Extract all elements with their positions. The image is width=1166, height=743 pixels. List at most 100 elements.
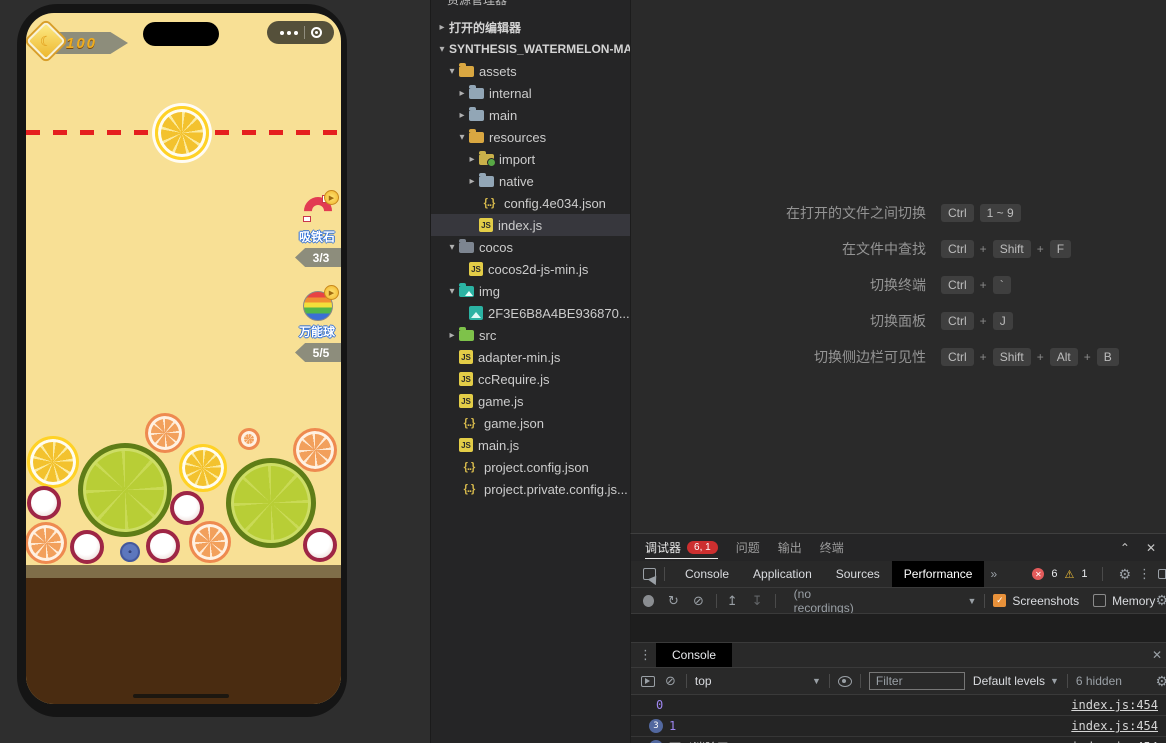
- panel-tab-debugger[interactable]: 调试器6, 1: [645, 534, 718, 561]
- section-open-editors[interactable]: ▸ 打开的编辑器: [431, 16, 630, 38]
- more-icon[interactable]: [280, 31, 298, 35]
- dock-side-icon[interactable]: [1158, 569, 1166, 579]
- keycap: J: [993, 312, 1013, 330]
- plus-sign: +: [1037, 242, 1044, 256]
- clear-console-icon[interactable]: ⊘: [665, 673, 676, 689]
- panel-close-icon[interactable]: ✕: [1146, 541, 1156, 555]
- explorer-panel: 资源管理器 ▸ 打开的编辑器 ▾ SYNTHESIS_WATERMELON-MA…: [430, 0, 630, 743]
- lemon-fruit: [155, 106, 209, 160]
- more-tabs-icon[interactable]: »: [990, 567, 997, 581]
- warning-count[interactable]: 1: [1081, 568, 1087, 580]
- devtools-tab-console[interactable]: Console: [673, 561, 741, 587]
- devtools-tab-performance[interactable]: Performance: [892, 561, 985, 587]
- tree-item-game-json[interactable]: {..}game.json: [431, 412, 630, 434]
- tree-item-import[interactable]: ▸import: [431, 148, 630, 170]
- tree-item-img[interactable]: ▾img: [431, 280, 630, 302]
- tree-item-cocos2d-js-min-js[interactable]: JScocos2d-js-min.js: [431, 258, 630, 280]
- panel-tab-终端[interactable]: 终端: [820, 534, 844, 561]
- panel-tab-label: 输出: [778, 539, 802, 556]
- plus-sign: +: [980, 314, 987, 328]
- tree-item-label: resources: [489, 130, 546, 145]
- source-link[interactable]: index.js:454: [1071, 698, 1158, 712]
- shortcut-label: 切换终端: [631, 267, 926, 303]
- tree-item-main[interactable]: ▸main: [431, 104, 630, 126]
- panel-tab-label: 调试器: [645, 539, 681, 556]
- panel-tab-问题[interactable]: 问题: [736, 534, 760, 561]
- panel-maximize-icon[interactable]: ⌃: [1120, 541, 1130, 555]
- capsule-button[interactable]: [267, 21, 334, 44]
- tree-item-adapter-min-js[interactable]: JSadapter-min.js: [431, 346, 630, 368]
- console-message-row[interactable]: 31index.js:454: [631, 716, 1166, 737]
- tree-item-config-4e034-json[interactable]: {..}config.4e034.json: [431, 192, 630, 214]
- powerup-magnet[interactable]: ▶吸铁石3/3: [295, 196, 341, 267]
- tree-item-main-js[interactable]: JSmain.js: [431, 434, 630, 456]
- console-sidebar-icon[interactable]: [641, 676, 655, 687]
- drawer-menu-icon[interactable]: ⋮: [639, 647, 652, 663]
- warning-icon[interactable]: ⚠: [1064, 568, 1074, 581]
- chevron-right-icon: ▸: [455, 110, 469, 121]
- save-profile-icon[interactable]: ↧: [752, 593, 763, 609]
- console-settings-icon[interactable]: ⚙: [1155, 673, 1166, 690]
- chevron-right-icon: ▸: [455, 88, 469, 99]
- section-project-root[interactable]: ▾ SYNTHESIS_WATERMELON-MAIN: [431, 38, 630, 60]
- source-link[interactable]: index.js:454: [1071, 719, 1158, 733]
- ball-iconwrap: ▶: [303, 291, 333, 321]
- console-message-row[interactable]: 可以消除了index.js:454: [631, 737, 1166, 743]
- coin-play-icon: ▶: [324, 190, 339, 205]
- record-button[interactable]: [643, 595, 654, 607]
- memory-checkbox[interactable]: [1093, 594, 1106, 607]
- tree-item-assets[interactable]: ▾assets: [431, 60, 630, 82]
- tree-item-internal[interactable]: ▸internal: [431, 82, 630, 104]
- folder-icon: [469, 132, 484, 143]
- screenshots-checkbox[interactable]: ✓: [993, 594, 1006, 607]
- tree-item-label: game.js: [478, 394, 524, 409]
- reload-record-icon[interactable]: ↻: [668, 593, 679, 609]
- js-file-icon: JS: [459, 394, 473, 408]
- editor-area: 在打开的文件之间切换Ctrl1 ~ 9在文件中查找Ctrl+Shift+F切换终…: [630, 0, 1166, 533]
- context-dropdown[interactable]: top ▼: [695, 674, 821, 688]
- score-badge: 100 ☾: [28, 25, 148, 61]
- tree-item-game-js[interactable]: JS game.js: [431, 390, 630, 412]
- console-drawer-tab-bar: ⋮ Console ✕: [631, 642, 1166, 668]
- live-expression-icon[interactable]: [838, 676, 852, 687]
- exit-icon[interactable]: [311, 27, 322, 38]
- tree-item-ccrequire-js[interactable]: JSccRequire.js: [431, 368, 630, 390]
- tree-item-label: img: [479, 284, 500, 299]
- powerup-rainbow-ball[interactable]: ▶万能球5/5: [295, 291, 341, 362]
- tree-item-src[interactable]: ▸src: [431, 324, 630, 346]
- capture-settings-icon[interactable]: ⚙: [1155, 592, 1166, 609]
- tree-item-project-private-config-js-[interactable]: {..}project.private.config.js...: [431, 478, 630, 500]
- tree-item-native[interactable]: ▸native: [431, 170, 630, 192]
- tree-item-2f3e6b8a4be936870-[interactable]: 2F3E6B8A4BE936870...: [431, 302, 630, 324]
- inspect-element-icon[interactable]: [643, 568, 656, 580]
- tree-item-cocos[interactable]: ▾cocos: [431, 236, 630, 258]
- clear-icon[interactable]: ⊘: [693, 593, 704, 609]
- performance-toolbar: ↻ ⊘ ↥ ↧ (no recordings) ▼ ✓ Screenshots …: [631, 588, 1166, 614]
- drawer-close-icon[interactable]: ✕: [1152, 648, 1166, 662]
- tree-item-index-js[interactable]: JSindex.js: [431, 214, 630, 236]
- devtools-tab-sources[interactable]: Sources: [824, 561, 892, 587]
- load-profile-icon[interactable]: ↥: [727, 593, 738, 609]
- tree-item-project-config-json[interactable]: {..}project.config.json: [431, 456, 630, 478]
- dropdown-arrow-icon[interactable]: ▼: [967, 596, 976, 606]
- panel-tab-输出[interactable]: 输出: [778, 534, 802, 561]
- folder-icon: [479, 154, 494, 165]
- console-message-row[interactable]: 0index.js:454: [631, 695, 1166, 716]
- devtools-tab-application[interactable]: Application: [741, 561, 824, 587]
- recordings-dropdown[interactable]: (no recordings): [794, 588, 868, 614]
- tree-item-resources[interactable]: ▾resources: [431, 126, 630, 148]
- devtools-settings-icon[interactable]: ⚙: [1118, 566, 1131, 583]
- screenshots-label: Screenshots: [1012, 594, 1079, 608]
- game-screen[interactable]: 100 ☾ ▶吸铁石3/3 ▶万能球5/5: [26, 13, 341, 704]
- error-count[interactable]: 6: [1051, 568, 1057, 580]
- filter-input[interactable]: [869, 672, 965, 690]
- mangosteen-fruit: [70, 530, 104, 564]
- dropdown-arrow-icon: ▼: [812, 676, 821, 686]
- plus-sign: +: [980, 350, 987, 364]
- shortcut-keys: Ctrl+J: [941, 303, 1166, 339]
- tab-console-drawer[interactable]: Console: [656, 643, 732, 667]
- error-icon[interactable]: ✕: [1032, 568, 1044, 580]
- devtools-menu-icon[interactable]: ⋮: [1138, 566, 1151, 582]
- levels-dropdown[interactable]: Default levels ▼: [973, 674, 1059, 688]
- phone-frame: 100 ☾ ▶吸铁石3/3 ▶万能球5/5: [17, 4, 347, 717]
